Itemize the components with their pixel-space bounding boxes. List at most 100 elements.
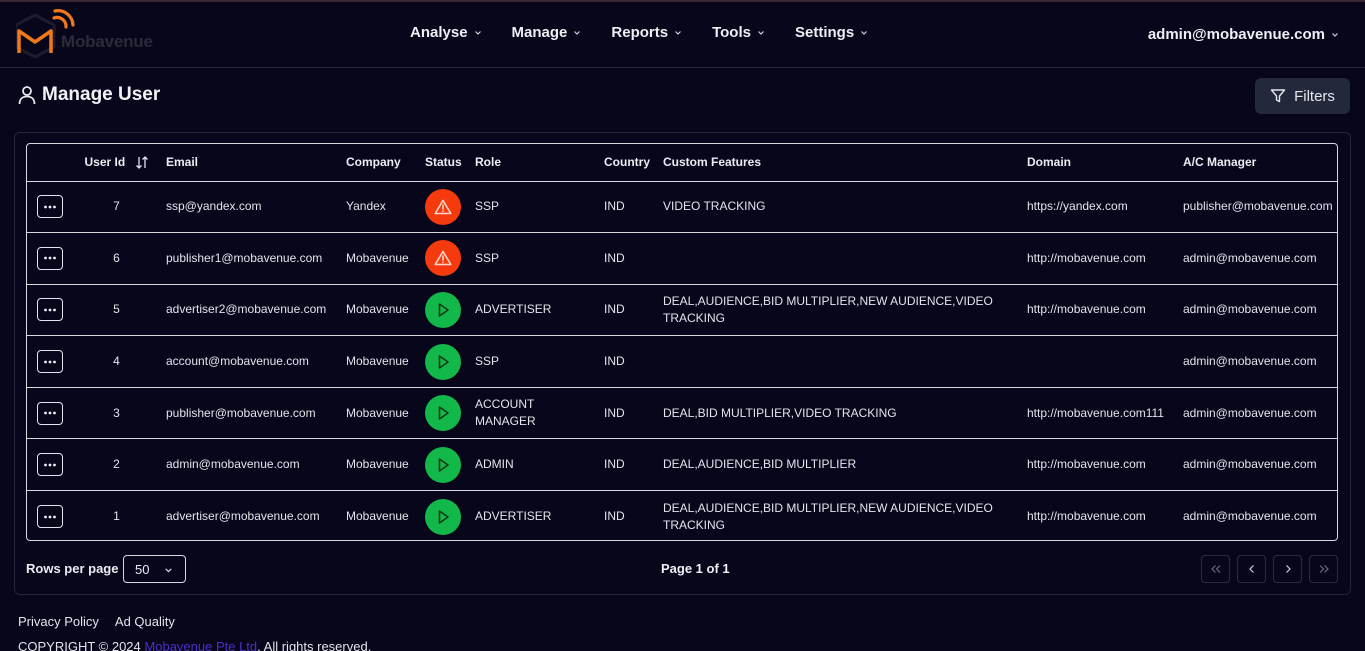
status-badge-active[interactable] [425, 343, 461, 380]
row-actions-button[interactable] [37, 195, 63, 219]
sort-arrows-icon[interactable] [135, 156, 149, 170]
cell-ac-manager: admin@mobavenue.com [1177, 335, 1337, 388]
row-actions-button[interactable] [37, 505, 63, 529]
cell-country: IND [598, 438, 657, 492]
logo[interactable]: Mobavenue [14, 7, 166, 63]
table-row: 3 publisher@mobavenue.com Mobavenue ACCOUNT… [27, 387, 1337, 440]
chevron-down-icon [1332, 32, 1338, 37]
cell-custom-features: DEAL,AUDIENCE,BID MULTIPLIER,NEW AUDIENC… [657, 284, 1021, 337]
cell-country: IND [598, 284, 657, 337]
cell-ac-manager: admin@mobavenue.com [1183, 509, 1317, 524]
chevron-down-icon [861, 30, 868, 35]
copyright: COPYRIGHT © 2024 Mobavenue Pte Ltd. All … [18, 639, 371, 651]
nav-settings[interactable]: Settings [795, 24, 868, 41]
footer-link-ad-quality[interactable]: Ad Quality [115, 614, 175, 629]
cell-actions [27, 335, 73, 388]
cell-country: IND [598, 232, 657, 285]
more-dots-icon [44, 411, 56, 415]
copyright-brand-link[interactable]: Mobavenue Pte Ltd [144, 639, 257, 651]
status-badge-active[interactable] [425, 498, 461, 535]
more-dots-icon [44, 463, 56, 467]
play-icon [438, 303, 449, 317]
cell-company: Mobavenue [340, 387, 419, 440]
nav-tools[interactable]: Tools [712, 24, 765, 41]
chevron-down-icon [165, 568, 172, 573]
cell-user-id: 5 [73, 284, 160, 337]
cell-role: SSP [469, 232, 598, 285]
status-badge-warning[interactable] [425, 188, 461, 225]
status-badge-active[interactable] [425, 291, 461, 328]
cell-user-id: 6 [73, 232, 160, 285]
row-actions-button[interactable] [37, 350, 63, 374]
cell-actions [27, 284, 73, 337]
row-actions-button[interactable] [37, 401, 63, 425]
cell-domain: http://mobavenue.com [1021, 438, 1177, 492]
cell-custom-features: DEAL,AUDIENCE,BID MULTIPLIER [657, 438, 1021, 492]
cell-domain: http://mobavenue.com111 [1021, 387, 1177, 440]
cell-company: Mobavenue [340, 232, 419, 285]
header-role: Role [469, 144, 598, 182]
cell-email: publisher@mobavenue.com [160, 387, 340, 440]
copyright-prefix: COPYRIGHT © 2024 [18, 639, 141, 651]
warning-triangle-icon [434, 199, 452, 215]
table-row: 6 publisher1@mobavenue.com Mobavenue SSP IND… [27, 232, 1337, 285]
filters-button[interactable]: Filters [1255, 78, 1350, 114]
page-title-row: Manage User [18, 84, 160, 106]
cell-ac-manager: admin@mobavenue.com [1177, 438, 1337, 492]
nav-analyse[interactable]: Analyse [410, 24, 482, 41]
more-dots-icon [44, 308, 56, 312]
table-row: 1 advertiser@mobavenue.com Mobavenue ADVERT… [27, 491, 1337, 540]
page-info: Page 1 of 1 [661, 561, 730, 576]
more-dots-icon [44, 205, 56, 209]
rows-per-page-select[interactable]: 50 [123, 555, 186, 583]
filters-label: Filters [1294, 87, 1335, 105]
cell-custom-features: DEAL,AUDIENCE,BID MULTIPLIER,NEW AUDIENC… [663, 500, 993, 532]
table-row: 4 account@mobavenue.com Mobavenue SSP IND adm… [27, 335, 1337, 388]
cell-domain: http://mobavenue.com [1021, 284, 1177, 337]
next-page-button[interactable] [1273, 555, 1302, 583]
user-icon [18, 86, 36, 105]
nav-manage[interactable]: Manage [512, 24, 582, 41]
cell-country: IND [598, 387, 657, 440]
table-row: 5 advertiser2@mobavenue.com Mobavenue ADVER… [27, 284, 1337, 337]
user-menu[interactable]: admin@mobavenue.com [1148, 26, 1339, 43]
status-badge-active[interactable] [425, 446, 461, 483]
cell-ac-manager: admin@mobavenue.com [1177, 387, 1337, 440]
cell-status [419, 181, 469, 234]
cell-role: ADVERTISER [475, 509, 552, 524]
cell-ac-manager: admin@mobavenue.com [1177, 284, 1337, 337]
more-dots-icon [44, 360, 56, 363]
row-actions-button[interactable] [37, 453, 63, 477]
user-menu-email: admin@mobavenue.com [1147, 26, 1325, 43]
cell-custom-features: VIDEO TRACKING [657, 181, 1021, 234]
cell-role: ADMIN [469, 438, 598, 492]
row-actions-button[interactable] [37, 246, 63, 270]
cell-user-id: 1 [113, 509, 120, 524]
cell-domain [1021, 335, 1177, 388]
nav-reports[interactable]: Reports [611, 24, 682, 41]
prev-page-button[interactable] [1237, 555, 1266, 583]
main-nav: Analyse Manage Reports Tools Settings [410, 24, 898, 41]
row-actions-button[interactable] [37, 298, 63, 322]
cell-status [419, 491, 469, 540]
nav-analyse-label: Analyse [410, 24, 468, 41]
footer-link-privacy-policy[interactable]: Privacy Policy [18, 614, 99, 629]
page-title: Manage User [42, 84, 161, 105]
cell-role: SSP [469, 335, 598, 388]
cell-country: IND [598, 335, 657, 388]
table-header-row: User Id Email Company Status Role Countr… [27, 144, 1337, 182]
cell-custom-features [657, 232, 1021, 285]
warning-triangle-icon [434, 251, 452, 266]
header-user-id[interactable]: User Id [73, 144, 160, 182]
last-page-button[interactable] [1309, 555, 1338, 583]
chevron-left-icon [1248, 565, 1254, 573]
cell-country: IND [598, 181, 657, 234]
status-badge-warning[interactable] [425, 240, 461, 277]
cell-user-id: 3 [73, 387, 160, 440]
first-page-button[interactable] [1201, 555, 1230, 583]
chevron-down-icon [474, 30, 481, 35]
cell-status [419, 232, 469, 285]
cell-domain: http://mobavenue.com [1027, 509, 1146, 524]
status-badge-active[interactable] [425, 395, 461, 432]
users-table-container: User Id Email Company Status Role Countr… [26, 143, 1338, 541]
